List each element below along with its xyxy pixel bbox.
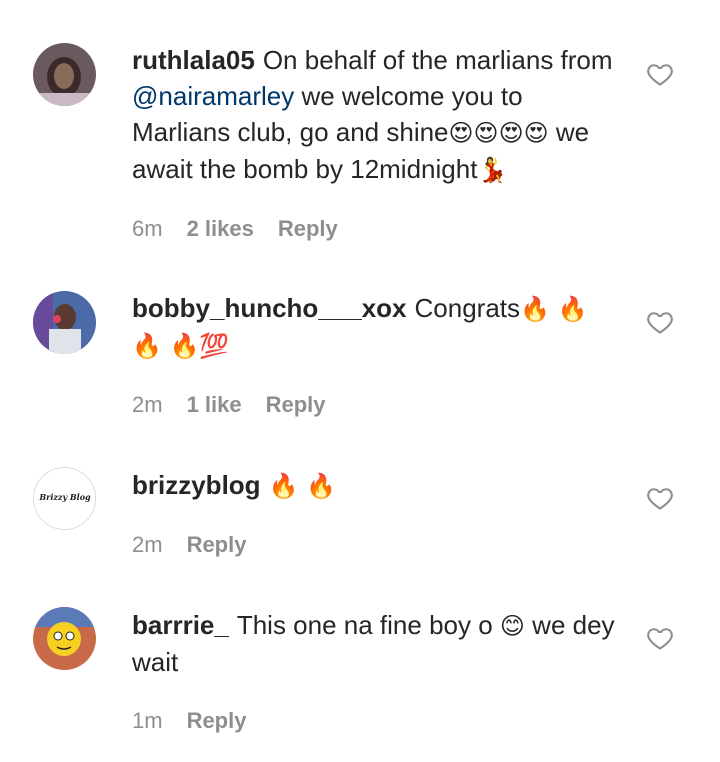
smiling-face-emoji: 😊 — [499, 612, 525, 640]
reply-button[interactable]: Reply — [266, 392, 326, 418]
comment-text: This one na fine boy o — [236, 610, 500, 640]
likes-count[interactable]: 1 like — [187, 392, 242, 418]
timestamp: 6m — [132, 216, 163, 241]
timestamp: 2m — [132, 392, 163, 417]
comment-body: barrrie_ This one na fine boy o 😊 we dey … — [132, 607, 622, 680]
timestamp: 2m — [132, 532, 163, 557]
comment-meta: 1m Reply — [132, 708, 246, 734]
dancer-emoji: 💃 — [477, 156, 508, 184]
avatar[interactable] — [33, 607, 96, 670]
comment-body: bobby_huncho___xox Congrats🔥 🔥 🔥 🔥💯 — [132, 290, 592, 364]
svg-text:Brizzy Blog: Brizzy Blog — [38, 492, 91, 502]
username[interactable]: bobby_huncho___xox — [132, 293, 407, 323]
username[interactable]: ruthlala05 — [132, 45, 255, 75]
heart-outline-icon[interactable] — [646, 484, 674, 512]
heart-outline-icon[interactable] — [646, 308, 674, 336]
reply-button[interactable]: Reply — [187, 708, 247, 734]
comment-body: brizzyblog 🔥 🔥 — [132, 467, 622, 504]
reply-button[interactable]: Reply — [278, 216, 338, 242]
avatar[interactable]: Brizzy Blog — [33, 467, 96, 530]
heart-outline-icon[interactable] — [646, 624, 674, 652]
mention-link[interactable]: @nairamarley — [132, 81, 294, 111]
heart-outline-icon[interactable] — [646, 60, 674, 88]
comment-body: ruthlala05 On behalf of the marlians from… — [132, 42, 622, 188]
comment-barrrie_: barrrie_ This one na fine boy o 😊 we dey … — [0, 590, 720, 762]
timestamp: 1m — [132, 708, 163, 733]
fire-emoji: 🔥 🔥 — [268, 472, 336, 500]
heart-eyes-emoji: 😍😍😍😍 — [448, 119, 549, 147]
likes-count[interactable]: 2 likes — [187, 216, 254, 242]
comment-meta: 2m Reply — [132, 532, 246, 558]
comment-ruthlala05: ruthlala05 On behalf of the marlians from… — [0, 0, 720, 270]
comment-brizzyblog: Brizzy Blog brizzyblog 🔥 🔥 2m Reply — [0, 450, 720, 590]
comment-bobby_huncho___xox: bobby_huncho___xox Congrats🔥 🔥 🔥 🔥💯 2m 1 … — [0, 270, 720, 450]
comment-meta: 2m 1 like Reply — [132, 392, 326, 418]
avatar[interactable] — [33, 291, 96, 354]
comment-text: On behalf of the marlians from — [262, 45, 613, 75]
comment-meta: 6m 2 likes Reply — [132, 216, 338, 242]
avatar[interactable] — [33, 43, 96, 106]
username[interactable]: brizzyblog — [132, 470, 261, 500]
reply-button[interactable]: Reply — [187, 532, 247, 558]
comment-text: Congrats — [414, 293, 521, 323]
username[interactable]: barrrie_ — [132, 610, 229, 640]
